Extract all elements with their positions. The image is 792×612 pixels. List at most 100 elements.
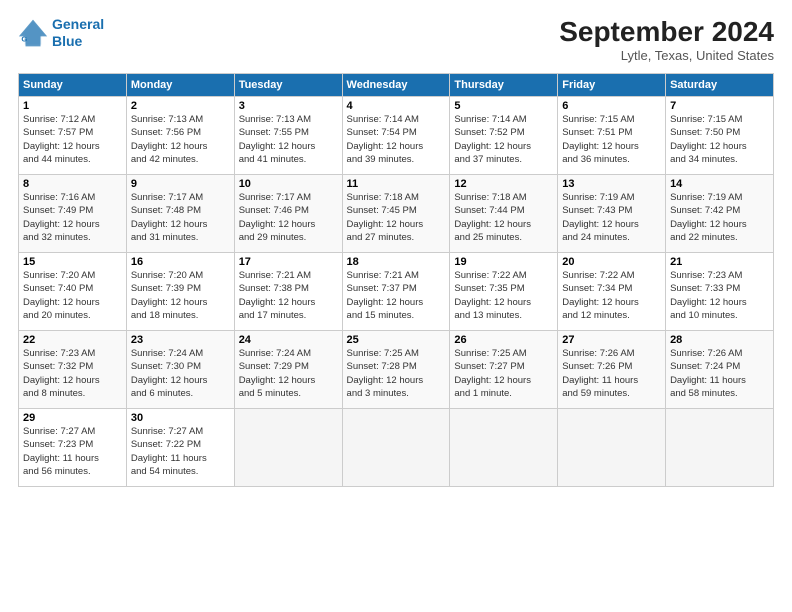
day-info: Sunrise: 7:23 AM Sunset: 7:32 PM Dayligh… (23, 347, 122, 400)
day-number: 10 (239, 178, 338, 190)
day-info: Sunrise: 7:13 AM Sunset: 7:55 PM Dayligh… (239, 113, 338, 166)
calendar-cell (666, 409, 774, 487)
day-number: 1 (23, 100, 122, 112)
day-number: 14 (670, 178, 769, 190)
weekday-thursday: Thursday (450, 74, 558, 97)
calendar-cell: 1Sunrise: 7:12 AM Sunset: 7:57 PM Daylig… (19, 97, 127, 175)
calendar-cell: 14Sunrise: 7:19 AM Sunset: 7:42 PM Dayli… (666, 175, 774, 253)
calendar-cell: 24Sunrise: 7:24 AM Sunset: 7:29 PM Dayli… (234, 331, 342, 409)
weekday-tuesday: Tuesday (234, 74, 342, 97)
logo: G General Blue (18, 16, 104, 50)
day-info: Sunrise: 7:16 AM Sunset: 7:49 PM Dayligh… (23, 191, 122, 244)
day-number: 26 (454, 334, 553, 346)
calendar-cell: 19Sunrise: 7:22 AM Sunset: 7:35 PM Dayli… (450, 253, 558, 331)
day-number: 3 (239, 100, 338, 112)
week-row-5: 29Sunrise: 7:27 AM Sunset: 7:23 PM Dayli… (19, 409, 774, 487)
weekday-friday: Friday (558, 74, 666, 97)
weekday-monday: Monday (126, 74, 234, 97)
day-number: 11 (347, 178, 446, 190)
calendar-cell: 21Sunrise: 7:23 AM Sunset: 7:33 PM Dayli… (666, 253, 774, 331)
location: Lytle, Texas, United States (559, 48, 774, 63)
day-info: Sunrise: 7:14 AM Sunset: 7:54 PM Dayligh… (347, 113, 446, 166)
day-number: 20 (562, 256, 661, 268)
calendar-cell (450, 409, 558, 487)
day-number: 4 (347, 100, 446, 112)
week-row-3: 15Sunrise: 7:20 AM Sunset: 7:40 PM Dayli… (19, 253, 774, 331)
day-number: 6 (562, 100, 661, 112)
logo-text: General Blue (52, 16, 104, 50)
calendar-cell: 13Sunrise: 7:19 AM Sunset: 7:43 PM Dayli… (558, 175, 666, 253)
day-info: Sunrise: 7:26 AM Sunset: 7:26 PM Dayligh… (562, 347, 661, 400)
calendar-cell: 29Sunrise: 7:27 AM Sunset: 7:23 PM Dayli… (19, 409, 127, 487)
day-number: 19 (454, 256, 553, 268)
day-info: Sunrise: 7:15 AM Sunset: 7:50 PM Dayligh… (670, 113, 769, 166)
calendar-cell: 30Sunrise: 7:27 AM Sunset: 7:22 PM Dayli… (126, 409, 234, 487)
day-info: Sunrise: 7:18 AM Sunset: 7:44 PM Dayligh… (454, 191, 553, 244)
calendar-cell: 11Sunrise: 7:18 AM Sunset: 7:45 PM Dayli… (342, 175, 450, 253)
weekday-wednesday: Wednesday (342, 74, 450, 97)
svg-text:G: G (21, 34, 27, 43)
calendar-cell: 22Sunrise: 7:23 AM Sunset: 7:32 PM Dayli… (19, 331, 127, 409)
calendar-cell (234, 409, 342, 487)
calendar-cell: 2Sunrise: 7:13 AM Sunset: 7:56 PM Daylig… (126, 97, 234, 175)
day-info: Sunrise: 7:24 AM Sunset: 7:30 PM Dayligh… (131, 347, 230, 400)
day-info: Sunrise: 7:14 AM Sunset: 7:52 PM Dayligh… (454, 113, 553, 166)
day-info: Sunrise: 7:27 AM Sunset: 7:22 PM Dayligh… (131, 425, 230, 478)
day-number: 16 (131, 256, 230, 268)
calendar-cell: 16Sunrise: 7:20 AM Sunset: 7:39 PM Dayli… (126, 253, 234, 331)
calendar-cell: 5Sunrise: 7:14 AM Sunset: 7:52 PM Daylig… (450, 97, 558, 175)
page: G General Blue September 2024 Lytle, Tex… (0, 0, 792, 612)
day-info: Sunrise: 7:18 AM Sunset: 7:45 PM Dayligh… (347, 191, 446, 244)
day-number: 22 (23, 334, 122, 346)
weekday-saturday: Saturday (666, 74, 774, 97)
day-info: Sunrise: 7:13 AM Sunset: 7:56 PM Dayligh… (131, 113, 230, 166)
calendar-cell: 18Sunrise: 7:21 AM Sunset: 7:37 PM Dayli… (342, 253, 450, 331)
day-info: Sunrise: 7:22 AM Sunset: 7:34 PM Dayligh… (562, 269, 661, 322)
day-info: Sunrise: 7:21 AM Sunset: 7:38 PM Dayligh… (239, 269, 338, 322)
day-number: 25 (347, 334, 446, 346)
day-number: 24 (239, 334, 338, 346)
day-number: 30 (131, 412, 230, 424)
day-info: Sunrise: 7:22 AM Sunset: 7:35 PM Dayligh… (454, 269, 553, 322)
calendar-cell: 4Sunrise: 7:14 AM Sunset: 7:54 PM Daylig… (342, 97, 450, 175)
day-number: 17 (239, 256, 338, 268)
month-title: September 2024 (559, 16, 774, 48)
weekday-header-row: SundayMondayTuesdayWednesdayThursdayFrid… (19, 74, 774, 97)
calendar-cell: 3Sunrise: 7:13 AM Sunset: 7:55 PM Daylig… (234, 97, 342, 175)
week-row-4: 22Sunrise: 7:23 AM Sunset: 7:32 PM Dayli… (19, 331, 774, 409)
day-info: Sunrise: 7:23 AM Sunset: 7:33 PM Dayligh… (670, 269, 769, 322)
day-number: 15 (23, 256, 122, 268)
week-row-1: 1Sunrise: 7:12 AM Sunset: 7:57 PM Daylig… (19, 97, 774, 175)
calendar: SundayMondayTuesdayWednesdayThursdayFrid… (18, 73, 774, 487)
logo-line1: General (52, 16, 104, 32)
day-number: 29 (23, 412, 122, 424)
logo-icon: G (18, 18, 48, 48)
day-number: 9 (131, 178, 230, 190)
day-info: Sunrise: 7:17 AM Sunset: 7:48 PM Dayligh… (131, 191, 230, 244)
day-info: Sunrise: 7:25 AM Sunset: 7:27 PM Dayligh… (454, 347, 553, 400)
title-block: September 2024 Lytle, Texas, United Stat… (559, 16, 774, 63)
day-number: 12 (454, 178, 553, 190)
calendar-cell: 27Sunrise: 7:26 AM Sunset: 7:26 PM Dayli… (558, 331, 666, 409)
day-number: 2 (131, 100, 230, 112)
day-number: 28 (670, 334, 769, 346)
week-row-2: 8Sunrise: 7:16 AM Sunset: 7:49 PM Daylig… (19, 175, 774, 253)
day-number: 18 (347, 256, 446, 268)
day-info: Sunrise: 7:24 AM Sunset: 7:29 PM Dayligh… (239, 347, 338, 400)
calendar-cell: 15Sunrise: 7:20 AM Sunset: 7:40 PM Dayli… (19, 253, 127, 331)
logo-line2: Blue (52, 33, 82, 49)
calendar-cell: 8Sunrise: 7:16 AM Sunset: 7:49 PM Daylig… (19, 175, 127, 253)
day-info: Sunrise: 7:19 AM Sunset: 7:42 PM Dayligh… (670, 191, 769, 244)
day-info: Sunrise: 7:21 AM Sunset: 7:37 PM Dayligh… (347, 269, 446, 322)
day-info: Sunrise: 7:20 AM Sunset: 7:39 PM Dayligh… (131, 269, 230, 322)
day-info: Sunrise: 7:25 AM Sunset: 7:28 PM Dayligh… (347, 347, 446, 400)
calendar-cell: 10Sunrise: 7:17 AM Sunset: 7:46 PM Dayli… (234, 175, 342, 253)
day-info: Sunrise: 7:19 AM Sunset: 7:43 PM Dayligh… (562, 191, 661, 244)
calendar-cell: 20Sunrise: 7:22 AM Sunset: 7:34 PM Dayli… (558, 253, 666, 331)
day-info: Sunrise: 7:27 AM Sunset: 7:23 PM Dayligh… (23, 425, 122, 478)
calendar-cell (342, 409, 450, 487)
calendar-cell: 17Sunrise: 7:21 AM Sunset: 7:38 PM Dayli… (234, 253, 342, 331)
day-info: Sunrise: 7:17 AM Sunset: 7:46 PM Dayligh… (239, 191, 338, 244)
day-number: 7 (670, 100, 769, 112)
day-info: Sunrise: 7:12 AM Sunset: 7:57 PM Dayligh… (23, 113, 122, 166)
